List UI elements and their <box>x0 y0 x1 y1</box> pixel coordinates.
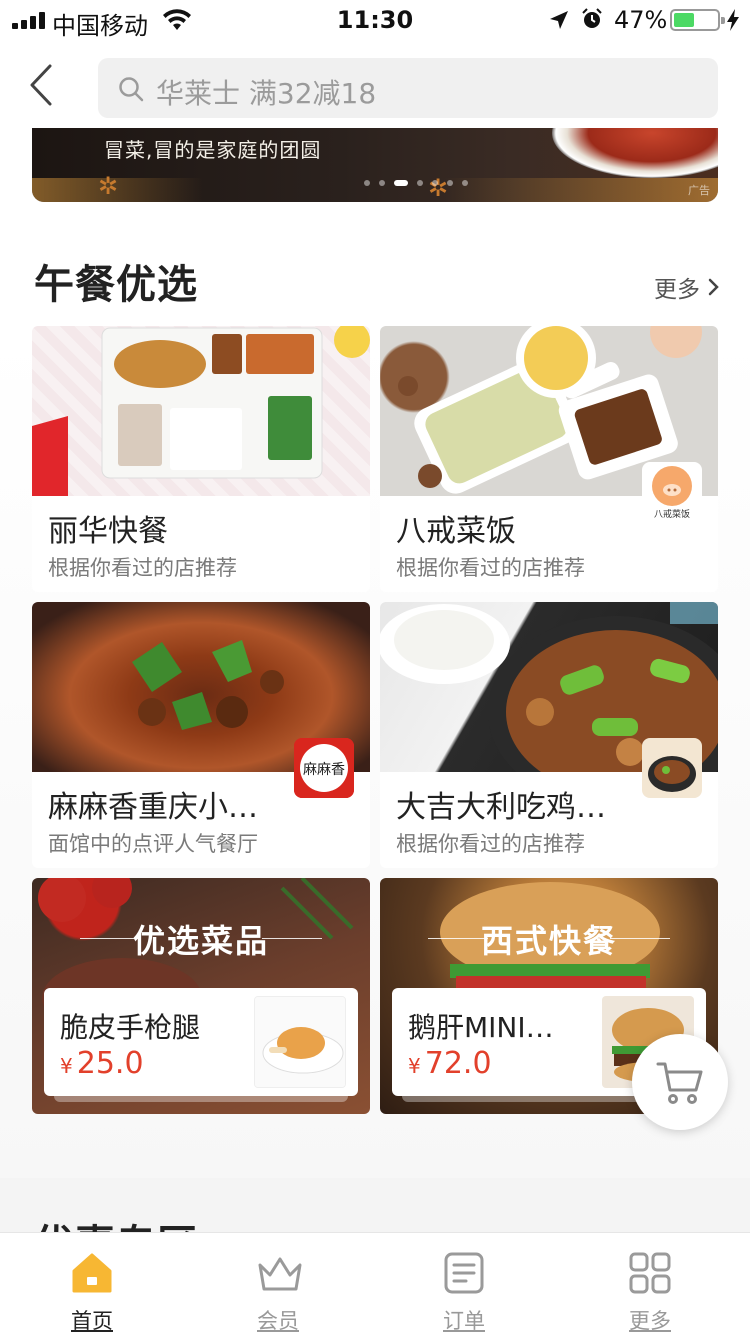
carousel-dot <box>447 180 453 186</box>
alarm-icon <box>582 8 602 28</box>
restaurant-name: 八戒菜饭 <box>396 514 516 549</box>
restaurant-card[interactable]: 丽华快餐 根据你看过的店推荐 <box>32 326 370 592</box>
grid-icon <box>629 1252 671 1294</box>
battery-percent: 47% <box>614 6 668 34</box>
charging-bolt-icon <box>727 9 739 31</box>
star-anise-icon: ✲ <box>98 172 119 200</box>
tab-label: 更多 <box>629 1309 671 1333</box>
restaurant-subtitle: 根据你看过的店推荐 <box>396 556 585 580</box>
restaurant-subtitle: 面馆中的点评人气餐厅 <box>48 832 258 856</box>
restaurant-logo: 麻麻香 <box>294 738 354 798</box>
dish-price: ¥25.0 <box>60 1046 144 1081</box>
tab-label: 订单 <box>443 1309 485 1333</box>
star-anise-icon: ✲ <box>428 174 449 202</box>
search-icon <box>119 77 144 102</box>
carousel-dot <box>417 180 423 186</box>
tab-label: 首页 <box>71 1309 113 1333</box>
shopping-cart-icon <box>656 1062 703 1104</box>
restaurant-name: 丽华快餐 <box>48 514 168 549</box>
dish-image <box>254 996 346 1088</box>
restaurant-name: 大吉大利吃鸡… <box>396 790 606 825</box>
location-arrow-icon <box>550 11 568 29</box>
more-label: 更多 <box>654 277 700 303</box>
section-title: 午餐优选 <box>34 262 198 308</box>
more-link[interactable]: 更多 <box>654 270 720 304</box>
bottom-tab-bar: 首页 会员 订单 更多 <box>0 1232 750 1334</box>
search-placeholder: 华莱士 满32减18 <box>156 77 377 110</box>
svg-text:八戒菜饭: 八戒菜饭 <box>654 508 690 520</box>
dish-name: 鹅肝MINI… <box>408 1011 554 1044</box>
promo-card[interactable]: 优选菜品 脆皮手枪腿 ¥25.0 <box>32 878 370 1114</box>
carousel-dot <box>379 180 385 186</box>
carousel-dot <box>394 180 408 186</box>
top-nav: 华莱士 满32减18 <box>0 40 750 128</box>
promo-title: 西式快餐 <box>480 922 617 960</box>
restaurant-card[interactable]: 麻麻香 麻麻香重庆小… 面馆中的点评人气餐厅 <box>32 602 370 868</box>
crown-icon <box>258 1257 302 1291</box>
tab-home[interactable]: 首页 <box>32 1233 152 1334</box>
carousel-indicator <box>364 180 468 186</box>
restaurant-subtitle: 根据你看过的店推荐 <box>396 832 585 856</box>
restaurant-name: 麻麻香重庆小… <box>48 790 258 825</box>
promo-dish[interactable]: 脆皮手枪腿 ¥25.0 <box>44 988 358 1096</box>
back-button[interactable] <box>22 62 62 108</box>
restaurant-card[interactable]: 八戒菜饭 八戒菜饭 根据你看过的店推荐 <box>380 326 718 592</box>
carousel-dot <box>364 180 370 186</box>
restaurant-logo: 八戒菜饭 <box>642 462 702 522</box>
banner-area: ✲ ✲ 冒菜,冒的是家庭的团圆 广告 <box>0 128 750 228</box>
promo-title: 优选菜品 <box>132 922 269 960</box>
banner-food-image <box>552 128 718 178</box>
restaurant-card[interactable]: 大吉大利吃鸡… 根据你看过的店推荐 <box>380 602 718 868</box>
tab-orders[interactable]: 订单 <box>404 1233 524 1334</box>
restaurant-image <box>32 326 370 496</box>
battery-icon <box>670 9 725 31</box>
ad-label: 广告 <box>688 184 710 197</box>
svg-text:麻麻香: 麻麻香 <box>303 762 345 778</box>
chevron-right-icon <box>708 278 719 296</box>
carousel-dot <box>462 180 468 186</box>
banner-text: 冒菜,冒的是家庭的团圆 <box>104 138 322 162</box>
restaurant-subtitle: 根据你看过的店推荐 <box>48 556 237 580</box>
home-icon <box>72 1253 112 1293</box>
tab-member[interactable]: 会员 <box>218 1233 338 1334</box>
promo-banner[interactable]: ✲ ✲ 冒菜,冒的是家庭的团圆 广告 <box>32 128 718 202</box>
carousel-dot <box>432 180 438 186</box>
dish-price: ¥72.0 <box>408 1046 492 1081</box>
status-bar: 中国移动 11:30 47% <box>0 0 750 40</box>
order-icon <box>444 1252 484 1294</box>
cart-button[interactable] <box>632 1034 728 1130</box>
search-bar[interactable]: 华莱士 满32减18 <box>98 58 718 118</box>
tab-more[interactable]: 更多 <box>590 1233 710 1334</box>
tab-label: 会员 <box>257 1309 299 1333</box>
section-header: 午餐优选 更多 <box>0 228 750 328</box>
dish-name: 脆皮手枪腿 <box>60 1011 201 1044</box>
restaurant-logo <box>642 738 702 798</box>
